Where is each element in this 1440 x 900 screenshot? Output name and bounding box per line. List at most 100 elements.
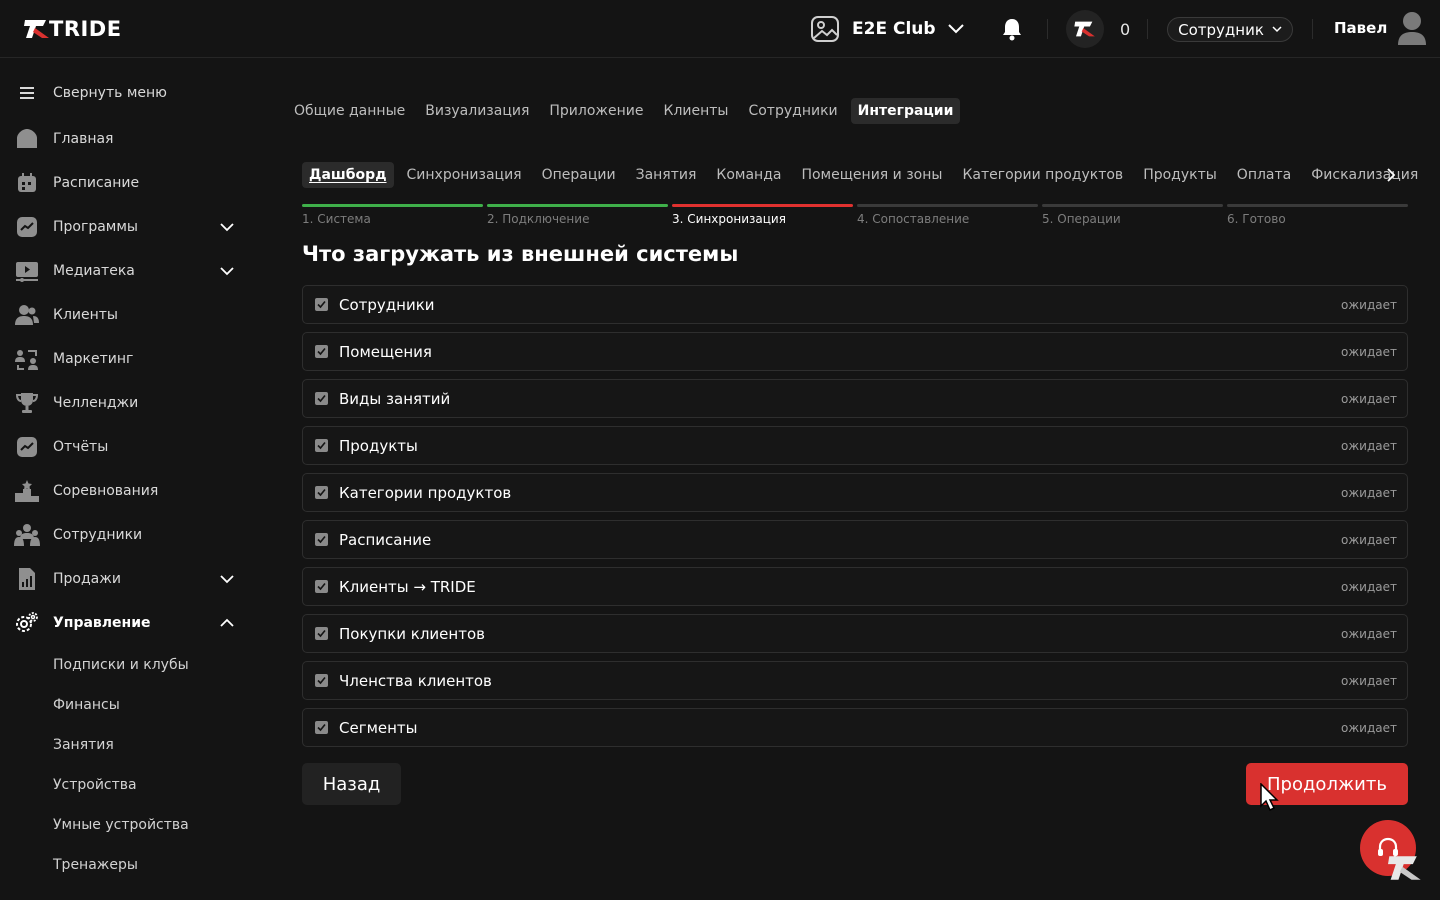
back-button[interactable]: Назад: [302, 763, 401, 805]
coins-balance[interactable]: 0: [1066, 10, 1146, 48]
sync-item[interactable]: Категории продуктов ожидает: [302, 473, 1408, 512]
sync-item-label: Продукты: [339, 437, 418, 455]
sync-item[interactable]: Помещения ожидает: [302, 332, 1408, 371]
marketing-icon: [15, 350, 38, 370]
sync-item[interactable]: Покупки клиентов ожидает: [302, 614, 1408, 653]
sidebar-subitem-finance[interactable]: Финансы: [53, 697, 120, 713]
club-selector[interactable]: E2E Club: [810, 12, 964, 46]
tab-sync[interactable]: Синхронизация: [400, 162, 529, 188]
collapse-menu-button[interactable]: Свернуть меню: [14, 77, 240, 109]
checkbox[interactable]: [315, 580, 328, 593]
tab-staff[interactable]: Сотрудники: [741, 98, 844, 124]
tride-logo[interactable]: TRIDE: [24, 16, 122, 42]
sidebar-subitem-classes[interactable]: Занятия: [53, 737, 114, 753]
chevron-down-icon[interactable]: [220, 264, 234, 278]
tab-product-categories[interactable]: Категории продуктов: [955, 162, 1130, 188]
checkbox[interactable]: [315, 298, 328, 311]
chevron-down-icon[interactable]: [220, 220, 234, 234]
home-icon: [17, 129, 37, 148]
sidebar-item-label: Управление: [53, 615, 151, 631]
tab-visualization[interactable]: Визуализация: [418, 98, 536, 124]
sync-item[interactable]: Сотрудники ожидает: [302, 285, 1408, 324]
checkbox[interactable]: [315, 721, 328, 734]
tab-integrations[interactable]: Интеграции: [850, 98, 961, 124]
sidebar-item-staff[interactable]: Сотрудники: [14, 519, 240, 551]
header-separator: [1047, 19, 1048, 39]
tab-fiscalization[interactable]: Фискализация: [1304, 162, 1425, 188]
sidebar-item-sales[interactable]: Продажи: [14, 563, 240, 595]
sidebar-item-programs[interactable]: Программы: [14, 211, 240, 243]
sidebar-item-reports[interactable]: Отчёты: [14, 431, 240, 463]
role-label: Сотрудник: [1178, 20, 1264, 39]
sidebar-item-marketing[interactable]: Маркетинг: [14, 343, 240, 375]
checkbox[interactable]: [315, 533, 328, 546]
checkbox[interactable]: [315, 345, 328, 358]
staff-icon: [14, 524, 40, 546]
tride-coin-icon: [1074, 21, 1095, 37]
avatar-icon[interactable]: [1396, 11, 1428, 47]
sidebar-item-home[interactable]: Главная: [14, 123, 240, 155]
tab-rooms-zones[interactable]: Помещения и зоны: [794, 162, 949, 188]
sync-item-status: ожидает: [1341, 298, 1397, 312]
tab-team[interactable]: Команда: [709, 162, 788, 188]
sidebar-subitem-subscriptions[interactable]: Подписки и клубы: [53, 657, 189, 673]
tab-dashboard[interactable]: Дашборд: [302, 162, 394, 188]
step-bar: [487, 204, 668, 207]
checkbox[interactable]: [315, 439, 328, 452]
sidebar-subitem-trainers[interactable]: Тренажеры: [53, 857, 138, 873]
sales-icon: [19, 568, 35, 590]
sync-item[interactable]: Продукты ожидает: [302, 426, 1408, 465]
chevron-down-icon: [947, 24, 964, 34]
sidebar-item-label: Расписание: [53, 175, 140, 191]
tab-payment[interactable]: Оплата: [1230, 162, 1298, 188]
gear-icon: [16, 612, 38, 632]
sidebar-item-media[interactable]: Медиатека: [14, 255, 240, 287]
sync-item[interactable]: Сегменты ожидает: [302, 708, 1408, 747]
tab-app[interactable]: Приложение: [542, 98, 650, 124]
sidebar-item-competitions[interactable]: Соревнования: [14, 475, 240, 507]
sidebar-item-label: Программы: [53, 219, 138, 235]
wizard-steps: 1. Система 2. Подключение 3. Синхронизац…: [302, 204, 1408, 228]
tab-classes[interactable]: Занятия: [629, 162, 704, 188]
step-label: 3. Синхронизация: [672, 212, 786, 226]
sync-item-label: Виды занятий: [339, 390, 451, 408]
top-header: TRIDE E2E Club 0 Сотрудник Павел: [0, 0, 1440, 58]
sidebar-item-label: Сотрудники: [53, 527, 143, 543]
club-name: E2E Club: [852, 19, 936, 39]
sync-item-label: Расписание: [339, 531, 432, 549]
tab-products[interactable]: Продукты: [1136, 162, 1224, 188]
bell-icon[interactable]: [1000, 16, 1024, 42]
chevron-right-icon[interactable]: [1382, 166, 1400, 184]
sidebar-subitem-devices[interactable]: Устройства: [53, 777, 137, 793]
trophy-icon: [15, 393, 39, 413]
sidebar-item-schedule[interactable]: Расписание: [14, 167, 240, 199]
tab-clients[interactable]: Клиенты: [657, 98, 736, 124]
user-name[interactable]: Павел: [1334, 19, 1387, 37]
mouse-cursor-icon: [1260, 783, 1279, 812]
chevron-up-icon[interactable]: [220, 616, 234, 630]
sync-item[interactable]: Клиенты → TRIDE ожидает: [302, 567, 1408, 606]
chevron-down-icon[interactable]: [220, 572, 234, 586]
sidebar-item-challenges[interactable]: Челленджи: [14, 387, 240, 419]
sidebar-item-label: Продажи: [53, 571, 121, 587]
tab-general[interactable]: Общие данные: [287, 98, 412, 124]
checkbox[interactable]: [315, 486, 328, 499]
tab-operations[interactable]: Операции: [535, 162, 623, 188]
sync-item-status: ожидает: [1341, 486, 1397, 500]
sync-item[interactable]: Членства клиентов ожидает: [302, 661, 1408, 700]
sync-item[interactable]: Расписание ожидает: [302, 520, 1408, 559]
step-label: 4. Сопоставление: [857, 212, 970, 226]
header-separator: [1147, 19, 1148, 39]
sidebar-item-label: Соревнования: [53, 483, 159, 499]
checkbox[interactable]: [315, 392, 328, 405]
role-selector[interactable]: Сотрудник: [1167, 17, 1293, 42]
sidebar-item-clients[interactable]: Клиенты: [14, 299, 240, 331]
sidebar-item-management[interactable]: Управление: [14, 607, 240, 639]
step-connection: 2. Подключение: [487, 204, 668, 226]
sync-item-status: ожидает: [1341, 674, 1397, 688]
checkbox[interactable]: [315, 674, 328, 687]
podium-icon: [15, 480, 39, 502]
checkbox[interactable]: [315, 627, 328, 640]
sidebar-subitem-smart-devices[interactable]: Умные устройства: [53, 817, 189, 833]
sync-item[interactable]: Виды занятий ожидает: [302, 379, 1408, 418]
